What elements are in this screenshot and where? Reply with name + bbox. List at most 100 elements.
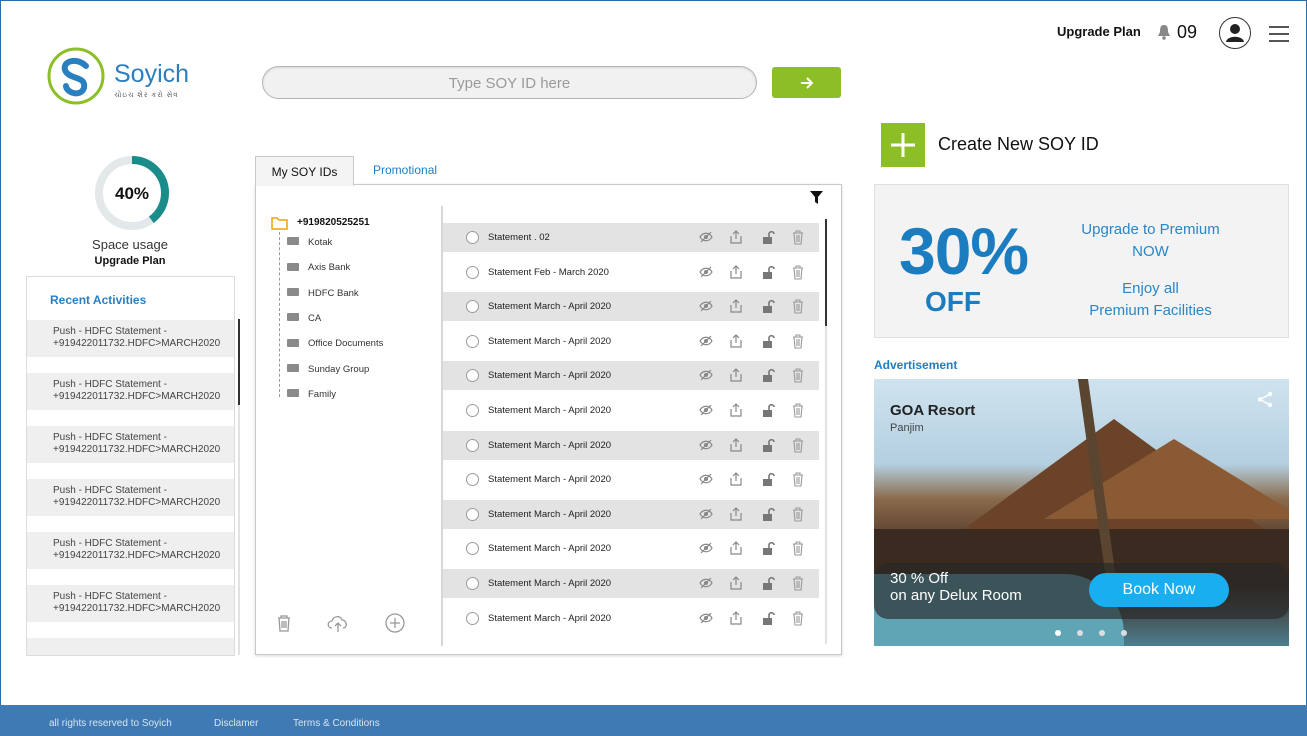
footer-disclaimer-link[interactable]: Disclamer (214, 718, 258, 729)
recent-scrollbar-track[interactable] (238, 405, 240, 655)
bell-icon[interactable] (1157, 24, 1171, 40)
folder-open-icon[interactable] (271, 216, 288, 230)
file-select-radio[interactable] (466, 473, 479, 487)
file-row[interactable]: Statement March - April 2020 (443, 292, 819, 322)
file-select-radio[interactable] (466, 300, 479, 314)
create-soy-id-label[interactable]: Create New SOY ID (938, 134, 1099, 155)
delete-icon[interactable] (790, 229, 806, 245)
recent-activity-item[interactable]: Push - HDFC Statement - +919422011732.HDF… (27, 373, 234, 410)
file-row[interactable]: Statement March - April 2020 (443, 534, 819, 563)
file-select-radio[interactable] (466, 334, 479, 348)
file-select-radio[interactable] (466, 507, 479, 521)
space-upgrade-link[interactable]: Upgrade Plan (60, 255, 200, 267)
logo[interactable]: Soyich ચોઇચ શેર કરો સેવ (46, 46, 196, 106)
footer-terms-link[interactable]: Terms & Conditions (293, 718, 380, 729)
folder-item[interactable]: CA (287, 313, 321, 327)
unlock-icon[interactable] (760, 610, 776, 626)
hide-icon[interactable] (698, 229, 714, 245)
file-row[interactable]: Statement . 02 (443, 223, 819, 252)
tab-my-soy-ids[interactable]: My SOY IDs (255, 156, 354, 186)
user-avatar-icon[interactable] (1219, 17, 1251, 49)
share-icon[interactable] (728, 575, 744, 591)
delete-icon[interactable] (790, 264, 806, 280)
carousel-dot[interactable] (1077, 630, 1083, 636)
file-row[interactable]: Statement March - April 2020 (443, 361, 819, 391)
folder-item[interactable]: Office Documents (287, 338, 383, 352)
share-icon[interactable] (1257, 391, 1274, 408)
share-icon[interactable] (728, 471, 744, 487)
file-row[interactable]: Statement March - April 2020 (443, 465, 819, 494)
folder-item[interactable]: Kotak (287, 237, 332, 251)
unlock-icon[interactable] (760, 402, 776, 418)
hide-icon[interactable] (698, 575, 714, 591)
delete-icon[interactable] (790, 402, 806, 418)
trash-icon[interactable] (273, 612, 295, 634)
book-now-button[interactable]: Book Now (1089, 573, 1229, 607)
unlock-icon[interactable] (760, 471, 776, 487)
share-icon[interactable] (728, 298, 744, 314)
delete-icon[interactable] (790, 540, 806, 556)
file-list-scrollbar-thumb[interactable] (825, 219, 827, 326)
tab-promotional[interactable]: Promotional (373, 163, 437, 177)
carousel-dot[interactable] (1121, 630, 1127, 636)
share-icon[interactable] (728, 367, 744, 383)
delete-icon[interactable] (790, 333, 806, 349)
file-row[interactable]: Statement March - April 2020 (443, 430, 819, 460)
unlock-icon[interactable] (760, 506, 776, 522)
file-list-scrollbar-track[interactable] (825, 326, 827, 644)
hide-icon[interactable] (698, 610, 714, 626)
file-select-radio[interactable] (466, 404, 479, 417)
share-icon[interactable] (728, 437, 744, 453)
file-select-radio[interactable] (466, 611, 479, 625)
hide-icon[interactable] (698, 264, 714, 280)
unlock-icon[interactable] (760, 575, 776, 591)
cloud-upload-icon[interactable] (326, 612, 350, 634)
share-icon[interactable] (728, 229, 744, 245)
share-icon[interactable] (728, 540, 744, 556)
file-select-radio[interactable] (466, 577, 479, 590)
file-row[interactable]: Statement March - April 2020 (443, 604, 819, 633)
recent-activity-item[interactable]: Push - HDFC Statement - +919422011732.HDF… (27, 426, 234, 463)
add-circle-icon[interactable] (384, 612, 406, 634)
file-select-radio[interactable] (466, 265, 479, 279)
file-select-radio[interactable] (466, 369, 479, 383)
search-go-button[interactable] (772, 67, 841, 98)
carousel-dot[interactable] (1055, 630, 1061, 636)
file-select-radio[interactable] (466, 231, 479, 244)
unlock-icon[interactable] (760, 437, 776, 453)
recent-scrollbar-thumb[interactable] (238, 319, 240, 405)
folder-item[interactable]: HDFC Bank (287, 288, 359, 302)
promo-upgrade-text[interactable]: Upgrade to Premium (1068, 219, 1233, 241)
file-select-radio[interactable] (466, 438, 479, 452)
unlock-icon[interactable] (760, 229, 776, 245)
recent-activity-item[interactable]: Push - HDFC Statement - +919422011732.HDF… (27, 320, 234, 357)
hide-icon[interactable] (698, 506, 714, 522)
delete-icon[interactable] (790, 575, 806, 591)
promo-now-text[interactable]: NOW (1068, 241, 1233, 263)
unlock-icon[interactable] (760, 540, 776, 556)
file-row[interactable]: Statement March - April 2020 (443, 569, 819, 598)
carousel-dot[interactable] (1099, 630, 1105, 636)
file-row[interactable]: Statement March - April 2020 (443, 499, 819, 529)
hide-icon[interactable] (698, 471, 714, 487)
share-icon[interactable] (728, 402, 744, 418)
search-input[interactable]: Type SOY ID here (262, 66, 757, 99)
file-row[interactable]: Statement March - April 2020 (443, 396, 819, 425)
tree-root-number[interactable]: +919820525251 (297, 217, 370, 228)
unlock-icon[interactable] (760, 367, 776, 383)
share-icon[interactable] (728, 333, 744, 349)
folder-item[interactable]: Sunday Group (287, 364, 369, 378)
folder-item[interactable]: Axis Bank (287, 262, 350, 276)
delete-icon[interactable] (790, 437, 806, 453)
recent-activity-item[interactable]: Push - HDFC Statement - +919422011732.HDF… (27, 479, 234, 516)
hide-icon[interactable] (698, 333, 714, 349)
share-icon[interactable] (728, 610, 744, 626)
file-row[interactable]: Statement Feb - March 2020 (443, 258, 819, 287)
unlock-icon[interactable] (760, 298, 776, 314)
recent-activity-item[interactable] (27, 638, 234, 655)
delete-icon[interactable] (790, 506, 806, 522)
share-icon[interactable] (728, 264, 744, 280)
hide-icon[interactable] (698, 298, 714, 314)
hide-icon[interactable] (698, 367, 714, 383)
file-select-radio[interactable] (466, 542, 479, 556)
